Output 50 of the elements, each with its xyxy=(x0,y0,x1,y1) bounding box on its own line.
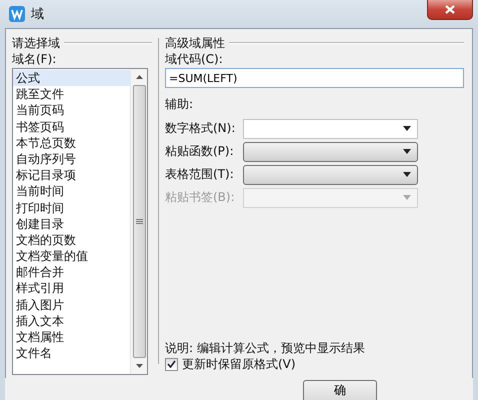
group-title: 请选择域 xyxy=(12,34,60,52)
checkbox-label: 更新时保留原格式(V) xyxy=(182,356,296,372)
caret-icon xyxy=(403,126,411,131)
close-button[interactable] xyxy=(427,0,473,20)
list-item[interactable]: 创建目录 xyxy=(13,216,130,232)
list-item[interactable]: 插入文本 xyxy=(13,312,130,329)
grip-icon xyxy=(136,218,142,224)
list-item[interactable]: 自动序列号 xyxy=(13,150,130,168)
field-label: 粘贴函数(P): xyxy=(165,143,235,160)
checkbox[interactable] xyxy=(165,358,178,370)
list-item[interactable]: 文件名 xyxy=(13,345,130,362)
scroll-down-icon xyxy=(136,364,142,368)
window-title: 域 xyxy=(31,6,44,23)
list-item[interactable]: 标记目录项 xyxy=(13,167,130,184)
list-item[interactable]: 样式引用 xyxy=(13,280,130,297)
list-item[interactable]: 文档变量的值 xyxy=(13,248,130,264)
list-item[interactable]: 插入图片 xyxy=(13,296,130,313)
group-title: 高级域属性 xyxy=(165,34,225,52)
field-label: 粘贴书签(B): xyxy=(165,189,236,206)
caret-icon xyxy=(403,149,411,154)
dropdown-field[interactable] xyxy=(243,142,418,162)
list-item[interactable]: 文档属性 xyxy=(13,329,130,346)
scrollbar[interactable] xyxy=(130,69,147,374)
scroll-thumb[interactable] xyxy=(132,85,146,358)
caret-icon xyxy=(403,195,411,200)
close-icon xyxy=(445,5,455,14)
list-item[interactable]: 打印时间 xyxy=(13,200,130,216)
list-item[interactable]: 本节总页数 xyxy=(13,134,130,151)
list-item[interactable]: 书签页码 xyxy=(13,118,130,135)
list-item[interactable]: 跳至文件 xyxy=(13,86,130,102)
field-list[interactable]: 公式 跳至文件 当前页码 书签页码 本节总页数 自动序列号 标记目录项 当前时间 打印时间 创建目录 文档的页数 文档变量的值 邮件合并 样式引用 插入图片 插入文本 文档属性 文件名 xyxy=(12,68,148,375)
dropdown-field[interactable] xyxy=(243,118,418,138)
code-field[interactable]: =SUM(LEFT) xyxy=(165,68,464,88)
field-label: 数字格式(N): xyxy=(165,120,236,137)
list-item[interactable]: 当前时间 xyxy=(13,183,130,200)
field-label: 表格范围(T): xyxy=(165,166,235,183)
list-item[interactable]: 文档的页数 xyxy=(13,232,130,248)
list-item[interactable]: 当前页码 xyxy=(13,102,130,119)
list-item[interactable]: 公式 xyxy=(13,70,130,86)
field-label: 域代码(C): xyxy=(165,51,224,68)
field-label: 域名(F): xyxy=(12,51,58,68)
dialog-button[interactable]: 确 xyxy=(303,380,377,400)
list-item[interactable]: 邮件合并 xyxy=(13,264,130,280)
description-text: 说明: 编辑计算公式，预览中显示结果 xyxy=(165,340,366,356)
scroll-up-icon xyxy=(136,75,142,79)
caret-icon xyxy=(403,172,411,177)
checkmark-icon xyxy=(167,360,176,368)
app-logo-icon xyxy=(9,6,25,22)
dropdown-field[interactable] xyxy=(243,164,418,184)
section-label: 辅助: xyxy=(165,96,194,113)
